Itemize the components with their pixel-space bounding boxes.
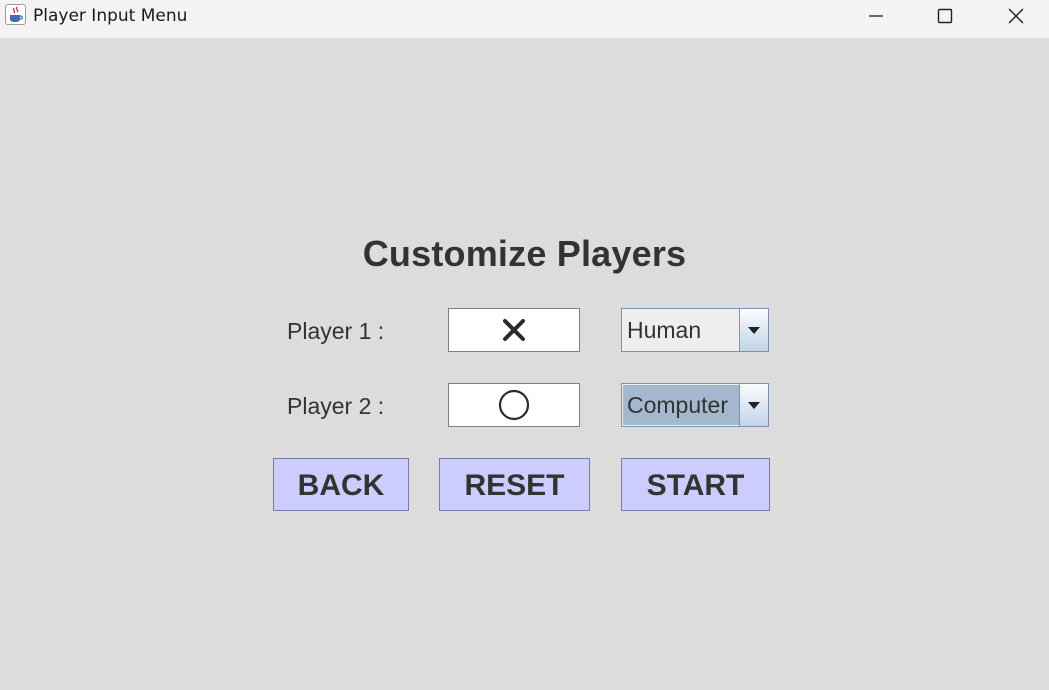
reset-button[interactable]: RESET xyxy=(439,458,590,511)
dropdown-arrow-button[interactable] xyxy=(739,309,768,351)
java-coffee-cup-icon xyxy=(5,4,26,25)
title-bar: Player Input Menu xyxy=(0,0,1049,39)
player-2-symbol-field[interactable] xyxy=(448,383,580,427)
close-icon xyxy=(1008,8,1024,24)
close-button[interactable] xyxy=(993,0,1039,32)
player-1-type-dropdown[interactable]: Human xyxy=(621,308,769,352)
x-symbol-icon xyxy=(503,319,525,341)
dropdown-arrow-button[interactable] xyxy=(739,384,768,426)
maximize-icon xyxy=(937,8,953,24)
back-button[interactable]: BACK xyxy=(273,458,409,511)
player-1-type-value: Human xyxy=(627,317,702,343)
window-title: Player Input Menu xyxy=(33,6,188,26)
minimize-icon xyxy=(869,15,883,17)
chevron-down-icon xyxy=(748,327,760,334)
o-symbol-icon xyxy=(498,389,530,421)
player-2-label: Player 2 : xyxy=(287,393,385,419)
page-title: Customize Players xyxy=(362,233,687,274)
player-2-type-value: Computer xyxy=(623,385,739,425)
player-1-symbol-field[interactable] xyxy=(448,308,580,352)
start-button[interactable]: START xyxy=(621,458,770,511)
chevron-down-icon xyxy=(748,402,760,409)
minimize-button[interactable] xyxy=(853,0,899,32)
player-2-type-dropdown[interactable]: Computer xyxy=(621,383,769,427)
maximize-button[interactable] xyxy=(922,0,968,32)
player-1-label: Player 1 : xyxy=(287,318,385,344)
